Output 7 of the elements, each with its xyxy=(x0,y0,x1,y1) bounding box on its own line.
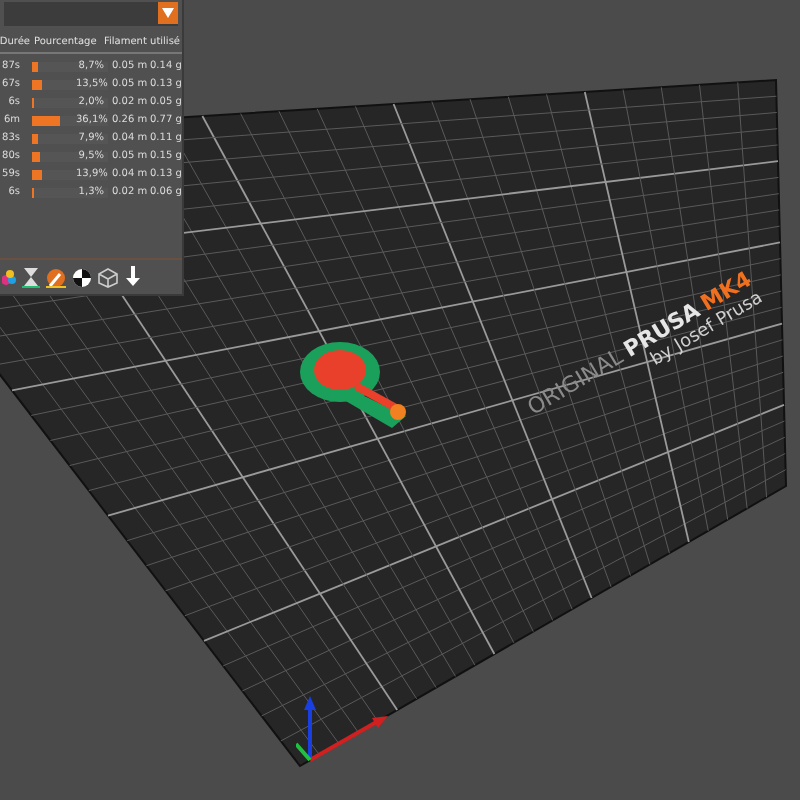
view-type-dropdown[interactable] xyxy=(4,2,178,26)
color-print-icon[interactable] xyxy=(2,268,16,286)
cube-icon[interactable] xyxy=(98,267,118,287)
dropdown-arrow-icon xyxy=(158,2,178,24)
hourglass-icon[interactable] xyxy=(22,267,40,287)
brush-icon[interactable] xyxy=(46,267,66,287)
down-arrow-icon[interactable] xyxy=(124,266,142,288)
